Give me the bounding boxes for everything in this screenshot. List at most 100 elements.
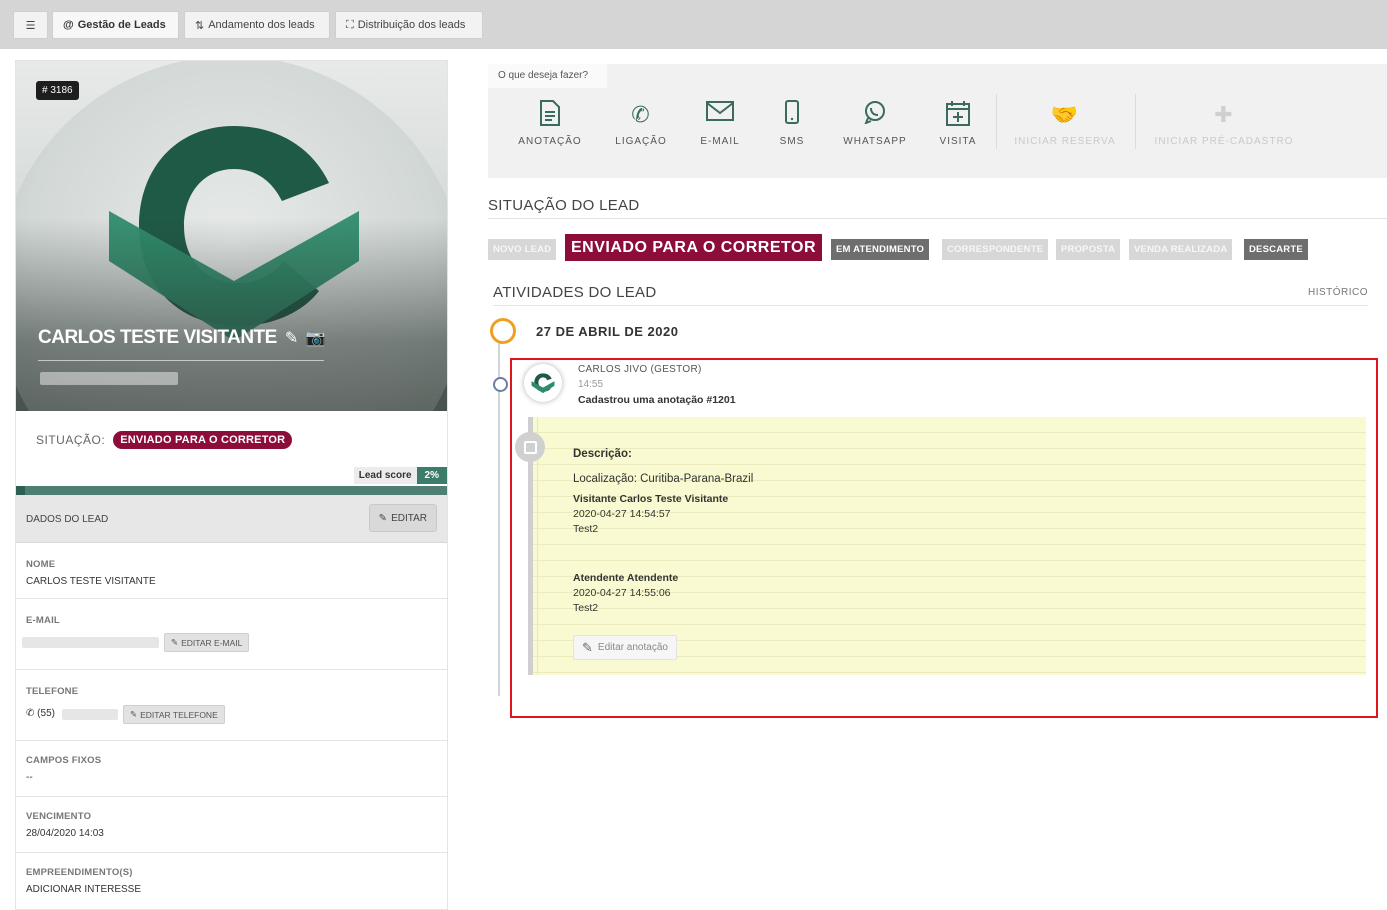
pencil-icon: ✎: [130, 709, 138, 719]
edit-telefone-button[interactable]: ✎ EDITAR TELEFONE: [123, 705, 225, 724]
tab-label: Andamento dos leads: [208, 19, 315, 31]
field-empreendimentos: EMPREENDIMENTO(S) ADICIONAR INTERESSE: [16, 853, 447, 909]
lead-score-label: Lead score: [353, 467, 417, 484]
action-sms[interactable]: SMS: [752, 100, 832, 147]
envelope-icon: [706, 100, 734, 130]
note-entry2-date: 2020-04-27 14:55:06: [573, 587, 671, 599]
field-email: E-MAIL ✎ EDITAR E-MAIL: [16, 599, 447, 670]
menu-button[interactable]: ☰: [13, 11, 48, 39]
campos-label: CAMPOS FIXOS: [26, 755, 102, 766]
avatar: [524, 364, 562, 402]
atividades-divider: [493, 305, 1368, 306]
tab-label: Distribuição dos leads: [357, 19, 466, 31]
action-email[interactable]: E-MAIL: [680, 100, 760, 147]
tab-distribuicao-dos-leads[interactable]: ⛶ Distribuição dos leads: [335, 11, 483, 39]
sitemap-icon: ⛶: [346, 18, 354, 31]
stage-descarte[interactable]: DESCARTE: [1244, 239, 1308, 260]
action-ligacao[interactable]: ✆ LIGAÇÃO: [601, 100, 681, 147]
field-vencimento: VENCIMENTO 28/04/2020 14:03: [16, 797, 447, 853]
note-entry1-title: Visitante Carlos Teste Visitante: [573, 493, 729, 505]
lead-card: # 3186 CARLOS TESTE VISITANTE ✎ 📷 SITUAÇ…: [15, 60, 448, 910]
actions-divider: [1135, 94, 1136, 149]
timeline-date: 27 DE ABRIL DE 2020: [536, 324, 679, 339]
action-label: VISITA: [939, 136, 977, 147]
action-iniciar-reserva[interactable]: 🤝 INICIAR RESERVA: [1009, 100, 1121, 147]
atividades-title: ATIVIDADES DO LEAD: [493, 284, 657, 301]
hero-shade: [16, 61, 447, 411]
lead-score-bar: [16, 486, 447, 495]
camera-icon[interactable]: 📷: [306, 328, 326, 348]
stage-enviado-para-o-corretor[interactable]: ENVIADO PARA O CORRETOR: [565, 234, 822, 261]
lead-hero: # 3186 CARLOS TESTE VISITANTE ✎ 📷: [16, 61, 447, 411]
field-nome: NOME CARLOS TESTE VISITANTE: [16, 543, 447, 599]
action-label: INICIAR RESERVA: [1014, 136, 1116, 147]
edit-lead-button[interactable]: ✎ EDITAR: [368, 504, 437, 532]
edit-label: EDITAR: [391, 512, 427, 524]
mobile-icon: [785, 100, 799, 130]
sort-icon: ⇅: [195, 19, 205, 32]
phone-icon: ✆: [631, 102, 651, 127]
add-interest-link[interactable]: ADICIONAR INTERESSE: [26, 884, 141, 895]
vencimento-value: 28/04/2020 14:03: [26, 828, 104, 839]
pencil-icon: ✎: [582, 639, 593, 655]
tab-andamento-dos-leads[interactable]: ⇅ Andamento dos leads: [184, 11, 330, 39]
lead-score-value: 2%: [416, 467, 447, 484]
note-entry2-title: Atendente Atendente: [573, 572, 679, 584]
activity-description: Cadastrou uma anotação #1201: [578, 394, 736, 406]
action-label: SMS: [779, 136, 805, 147]
calendar-plus-icon: [946, 100, 970, 130]
stage-proposta[interactable]: PROPOSTA: [1056, 239, 1121, 260]
dados-header: DADOS DO LEAD ✎ EDITAR: [16, 495, 447, 543]
action-label: LIGAÇÃO: [615, 136, 667, 147]
edit-email-button[interactable]: ✎ EDITAR E-MAIL: [164, 633, 250, 652]
brand-logo-icon: [531, 373, 555, 394]
action-anotacao[interactable]: ANOTAÇÃO: [510, 100, 590, 147]
at-icon: @: [63, 19, 74, 31]
action-visita[interactable]: VISITA: [918, 100, 998, 147]
note-entry1-date: 2020-04-27 14:54:57: [573, 508, 671, 520]
lead-id-badge: # 3186: [36, 81, 79, 100]
vencimento-label: VENCIMENTO: [26, 811, 92, 822]
top-bar: ☰ @ Gestão de Leads ⇅ Andamento dos lead…: [0, 0, 1387, 49]
telefone-prefix: (55): [37, 708, 55, 719]
name-divider: [38, 360, 324, 361]
phone-icon: ✆: [26, 708, 35, 719]
action-label: E-MAIL: [700, 136, 740, 147]
whatsapp-icon: [863, 100, 887, 130]
handshake-icon: 🤝: [1050, 102, 1080, 127]
dados-title: DADOS DO LEAD: [26, 514, 109, 525]
redacted-email: [22, 637, 159, 648]
lead-score: Lead score 2%: [353, 467, 447, 484]
pencil-icon[interactable]: ✎: [285, 328, 298, 348]
field-campos-fixos: CAMPOS FIXOS --: [16, 741, 447, 797]
note-entry1-text: Test2: [573, 523, 599, 535]
action-whatsapp[interactable]: WHATSAPP: [835, 100, 915, 147]
lead-name: CARLOS TESTE VISITANTE ✎ 📷: [38, 327, 326, 349]
edit-note-button[interactable]: ✎ Editar anotação: [573, 635, 677, 660]
field-telefone: TELEFONE ✆ (55) ✎ EDITAR TELEFONE: [16, 670, 447, 741]
edit-email-label: EDITAR E-MAIL: [181, 637, 243, 648]
note-location: Localização: Curitiba-Parana-Brazil: [573, 473, 754, 485]
note-entry2-text: Test2: [573, 602, 599, 614]
nome-value: CARLOS TESTE VISITANTE: [26, 576, 156, 587]
campos-value: --: [26, 772, 33, 783]
historico-link[interactable]: HISTÓRICO: [1308, 287, 1368, 298]
tab-gestao-de-leads[interactable]: @ Gestão de Leads: [52, 11, 179, 39]
telefone-label: TELEFONE: [26, 686, 79, 697]
action-iniciar-pre-cadastro[interactable]: ✚ INICIAR PRÉ-CADASTRO: [1149, 100, 1299, 147]
actions-divider: [996, 94, 997, 149]
lead-situacao: SITUAÇÃO: ENVIADO PARA O CORRETOR: [36, 431, 293, 449]
situacao-badge: ENVIADO PARA O CORRETOR: [113, 431, 293, 449]
stage-venda-realizada[interactable]: VENDA REALIZADA: [1129, 239, 1233, 260]
stage-novo-lead[interactable]: NOVO LEAD: [488, 239, 557, 260]
timeline-activity-marker: [493, 377, 508, 392]
stage-em-atendimento[interactable]: EM ATENDIMENTO: [831, 239, 930, 260]
redacted-phone: [62, 709, 118, 720]
note-heading: Descrição:: [573, 448, 632, 460]
actions-panel: O que deseja fazer? ANOTAÇÃO ✆ LIGAÇÃO E…: [488, 64, 1387, 178]
action-label: INICIAR PRÉ-CADASTRO: [1154, 136, 1294, 147]
actions-title: O que deseja fazer?: [488, 64, 607, 88]
empreendimentos-label: EMPREENDIMENTO(S): [26, 867, 133, 878]
situacao-label: SITUAÇÃO:: [36, 433, 106, 447]
stage-correspondente[interactable]: CORRESPONDENTE: [942, 239, 1049, 260]
